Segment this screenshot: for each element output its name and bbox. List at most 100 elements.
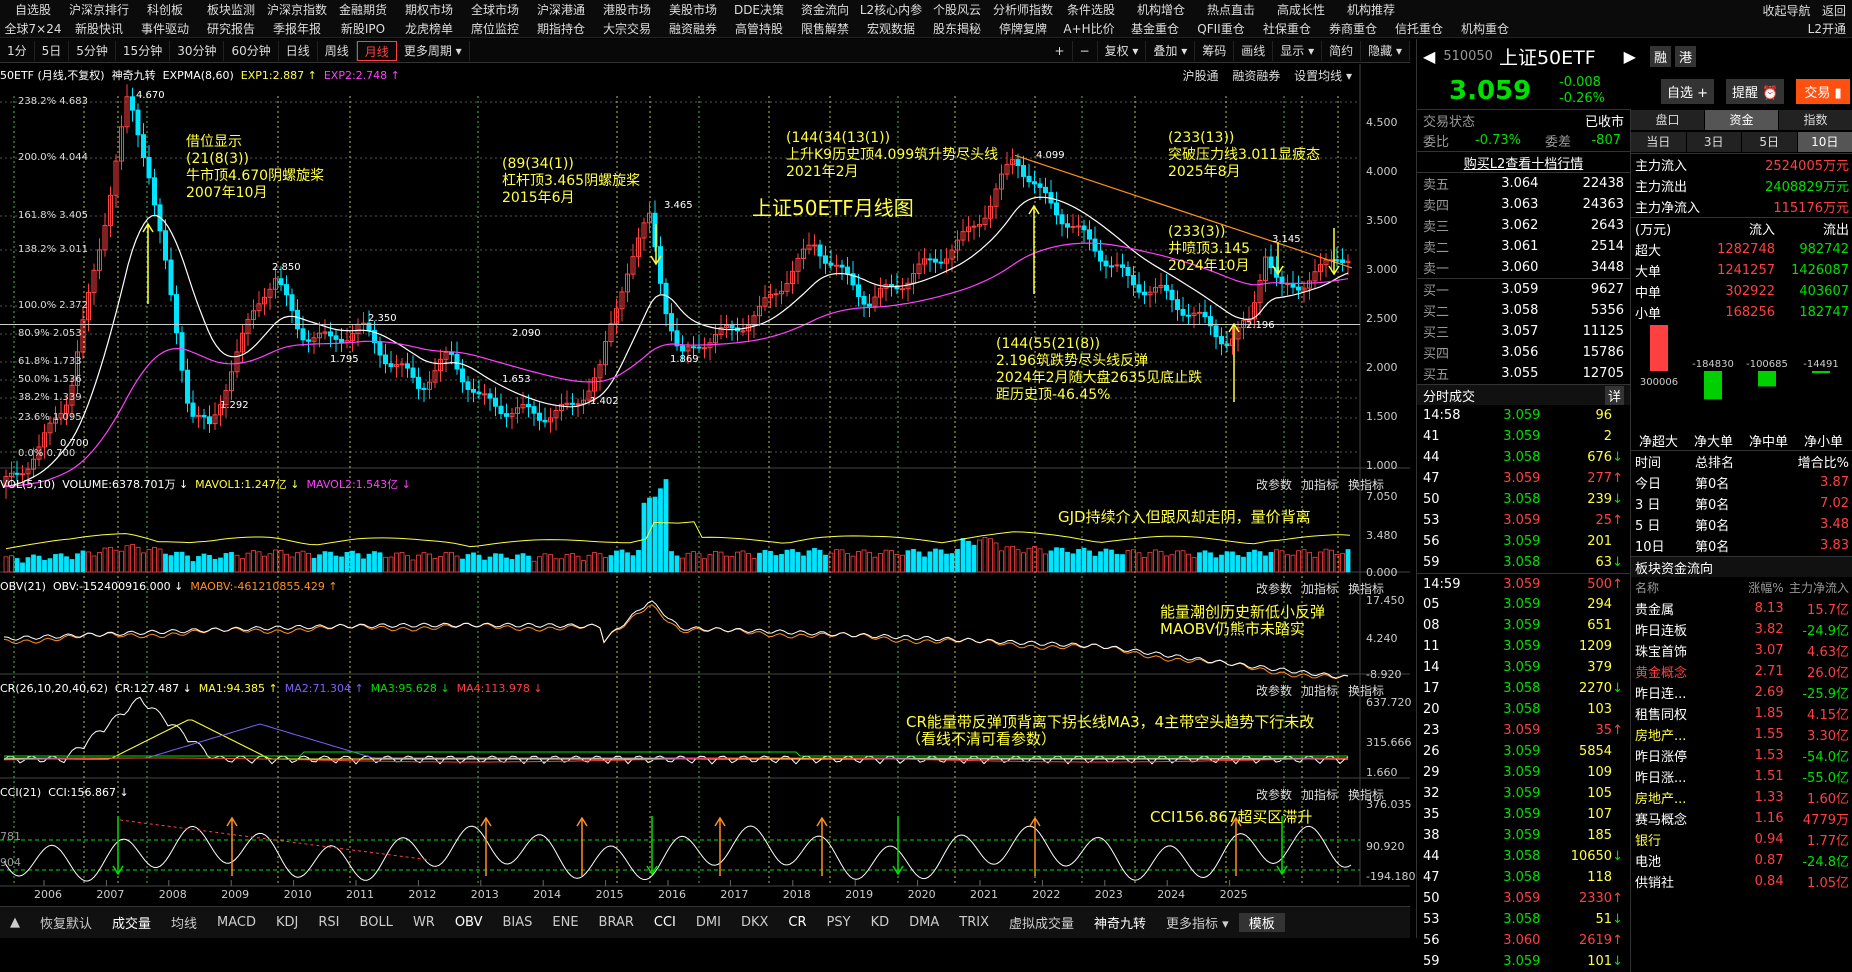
menu-item[interactable]: 期指持仓 [528, 20, 594, 37]
indicator-tab[interactable]: MACD [207, 915, 266, 930]
order-book-row[interactable]: 买三3.05711125 [1417, 321, 1630, 342]
sector-row[interactable]: 银行0.941.77亿 [1631, 829, 1852, 850]
flow-period-tab[interactable]: 当日 [1631, 132, 1687, 152]
menu-item[interactable]: 热点直击 [1196, 1, 1266, 18]
sector-row[interactable]: 贵金属8.1315.7亿 [1631, 598, 1852, 619]
period-tab[interactable]: 60分钟 [224, 41, 278, 61]
collapse-nav-link[interactable]: 收起导航 返回 [1763, 2, 1846, 19]
flow-period-tab[interactable]: 10日 [1798, 132, 1852, 152]
trade-button[interactable]: 交易 ▮ [1796, 79, 1849, 104]
indicator-tab[interactable]: 成交量 [102, 913, 161, 932]
sector-row[interactable]: 供销社0.841.05亿 [1631, 871, 1852, 892]
order-book-row[interactable]: 卖二3.0612514 [1417, 236, 1630, 257]
menu-item[interactable]: 研究报告 [198, 20, 264, 37]
order-book-row[interactable]: 卖五3.06422438 [1417, 173, 1630, 194]
indicator-tab[interactable]: DKX [731, 915, 778, 930]
order-book-row[interactable]: 卖四3.06324363 [1417, 194, 1630, 215]
chart-tool-button[interactable]: 复权 ▾ [1098, 41, 1147, 61]
menu-item[interactable]: 机构增仓 [1126, 1, 1196, 18]
menu-item[interactable]: 新股快讯 [66, 20, 132, 37]
period-tab[interactable]: 5分钟 [69, 41, 116, 61]
order-book-row[interactable]: 买五3.05512705 [1417, 363, 1630, 384]
chart-tool-button[interactable]: 叠加 ▾ [1146, 41, 1195, 61]
order-book-row[interactable]: 买二3.0585356 [1417, 300, 1630, 321]
tick-list[interactable]: 14:583.05996413.0592443.058676↓473.05927… [1417, 405, 1630, 972]
period-tab[interactable]: 5日 [35, 41, 70, 61]
menu-item[interactable]: 高管持股 [726, 20, 792, 37]
menu-item[interactable]: 美股市场 [660, 1, 726, 18]
indicator-tab[interactable]: CCI [644, 915, 686, 930]
menu-item[interactable]: 社保重仓 [1254, 20, 1320, 37]
menu-item[interactable]: L2核心内参 [858, 1, 924, 18]
l2-open-link[interactable]: L2开通 [1808, 20, 1846, 37]
order-book-row[interactable]: 买四3.05615786 [1417, 342, 1630, 363]
indicator-tab[interactable]: 更多指标 ▾ [1156, 913, 1239, 932]
menu-item[interactable]: 科创板 [132, 1, 198, 18]
chart-tool-button[interactable]: 画线 [1234, 41, 1273, 61]
flow-tab[interactable]: 资金 [1705, 110, 1779, 130]
menu-item[interactable]: 新股IPO [330, 20, 396, 37]
menu-item[interactable]: 事件驱动 [132, 20, 198, 37]
menu-item[interactable]: 龙虎榜单 [396, 20, 462, 37]
menu-item[interactable]: 资金流向 [792, 1, 858, 18]
order-book-row[interactable]: 买一3.0599627 [1417, 279, 1630, 300]
menu-item[interactable]: 港股市场 [594, 1, 660, 18]
flow-period-tab[interactable]: 3日 [1687, 132, 1743, 152]
menu-item[interactable]: DDE决策 [726, 1, 792, 18]
menu-item[interactable]: 金融期货 [330, 1, 396, 18]
edit-params-button[interactable]: 改参数 [1256, 788, 1292, 802]
flow-period-tab[interactable]: 5日 [1742, 132, 1798, 152]
menu-item[interactable]: 机构推荐 [1336, 1, 1406, 18]
sector-row[interactable]: 珠宝首饰3.074.63亿 [1631, 640, 1852, 661]
add-indicator-button[interactable]: 加指标 [1302, 684, 1338, 698]
sector-row[interactable]: 房地产...1.331.60亿 [1631, 787, 1852, 808]
menu-item[interactable]: 停牌复牌 [990, 20, 1056, 37]
menu-item[interactable]: 沪深京指数 [264, 1, 330, 18]
indicator-tab[interactable]: BIAS [492, 915, 542, 930]
chart-tool-button[interactable]: 筹码 [1195, 41, 1234, 61]
menu-item[interactable]: QFII重仓 [1188, 20, 1254, 37]
menu-item[interactable]: 席位监控 [462, 20, 528, 37]
menu-item[interactable]: 限售解禁 [792, 20, 858, 37]
flow-tab[interactable]: 盘口 [1631, 110, 1705, 130]
indicator-tab[interactable]: BOLL [350, 915, 403, 930]
menu-item[interactable]: 券商重仓 [1320, 20, 1386, 37]
order-book-row[interactable]: 卖一3.0603448 [1417, 257, 1630, 278]
menu-item[interactable]: 全球市场 [462, 1, 528, 18]
chart-tool-button[interactable]: + [1047, 41, 1072, 61]
indicator-tab[interactable]: CR [778, 915, 816, 930]
menu-item[interactable]: 分析师指数 [990, 1, 1056, 18]
indicator-tab[interactable]: 恢复默认 [30, 913, 102, 932]
alert-button[interactable]: 提醒 ⏰ [1726, 79, 1784, 104]
indicator-tab[interactable]: DMA [899, 915, 949, 930]
period-tab[interactable]: 日线 [279, 41, 318, 61]
order-book-row[interactable]: 卖三3.0622643 [1417, 215, 1630, 236]
sector-row[interactable]: 昨日涨...1.51-55.0亿 [1631, 766, 1852, 787]
menu-item[interactable]: 全球7×24 [0, 20, 66, 37]
margin-link[interactable]: 融资融券 [1232, 69, 1280, 83]
sector-row[interactable]: 黄金概念2.7126.0亿 [1631, 661, 1852, 682]
menu-item[interactable]: 大宗交易 [594, 20, 660, 37]
indicator-tab[interactable]: 虚拟成交量 [999, 913, 1084, 932]
sector-row[interactable]: 昨日涨停1.53-54.0亿 [1631, 745, 1852, 766]
menu-item[interactable]: A+H比价 [1056, 20, 1122, 37]
menu-item[interactable]: 股东揭秘 [924, 20, 990, 37]
add-indicator-button[interactable]: 加指标 [1302, 788, 1338, 802]
sector-row[interactable]: 租售同权1.854.15亿 [1631, 703, 1852, 724]
chart-tool-button[interactable]: 简约 [1322, 41, 1361, 61]
next-stock-arrow[interactable]: ▶ [1624, 47, 1636, 66]
indicator-tab[interactable]: BRAR [589, 915, 644, 930]
edit-params-button[interactable]: 改参数 [1256, 582, 1292, 596]
edit-params-button[interactable]: 改参数 [1256, 684, 1292, 698]
indicator-tab[interactable]: 模板 [1239, 913, 1285, 932]
sector-table[interactable]: 名称涨幅%主力净流入贵金属8.1315.7亿昨日连板3.82-24.9亿珠宝首饰… [1631, 577, 1852, 892]
indicator-tab[interactable]: WR [403, 915, 445, 930]
menu-item[interactable]: 自选股 [0, 1, 66, 18]
buy-l2-link[interactable]: 购买L2查看十档行情 [1417, 151, 1630, 172]
chart-tool-button[interactable]: − [1073, 41, 1098, 61]
menu-item[interactable]: 沪深京排行 [66, 1, 132, 18]
chart-tool-button[interactable]: 隐藏 ▾ [1361, 41, 1410, 61]
menu-item[interactable]: 融资融券 [660, 20, 726, 37]
sector-row[interactable]: 赛马概念1.164779万 [1631, 808, 1852, 829]
menu-item[interactable]: 季报年报 [264, 20, 330, 37]
